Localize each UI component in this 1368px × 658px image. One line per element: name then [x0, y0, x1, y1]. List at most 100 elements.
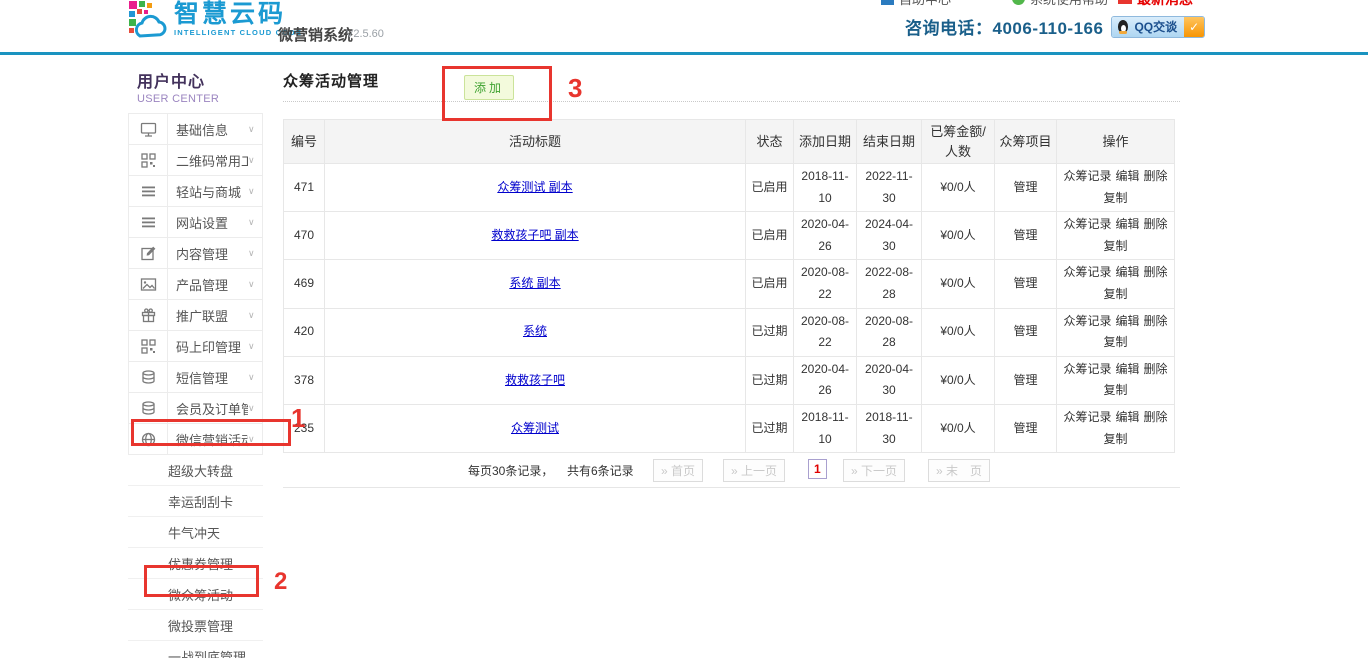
manage-link[interactable]: 管理 [1013, 373, 1037, 387]
sidebar-subitem-scratch-card[interactable]: 幸运刮刮卡 [128, 486, 263, 517]
add-button[interactable]: 添加 [464, 75, 514, 100]
edit-link[interactable]: 编辑 [1115, 410, 1139, 424]
sidebar-item-wechat-marketing[interactable]: 微信营销活动管 ∨ [128, 424, 263, 455]
cell-id: 420 [284, 308, 325, 356]
dotted-divider [283, 101, 1180, 102]
sidebar-item-label: 网站设置 [168, 207, 248, 237]
sidebar-item-member-order-mgmt[interactable]: 会员及订单管理 ∨ [128, 393, 263, 424]
col-header-id: 编号 [284, 120, 325, 164]
globe-icon [129, 424, 168, 454]
copy-link[interactable]: 复制 [1103, 335, 1127, 349]
phone-number: 咨询电话：4006-110-166 [905, 14, 1103, 39]
sidebar-subitem-micro-voting[interactable]: 微投票管理 [128, 610, 263, 641]
cell-end-date: 2020-08-28 [857, 308, 922, 356]
pagination: 每页30条记录， 共有6条记录 » 首页 » 上一页 1 » 下一页 » 末 页 [283, 453, 1180, 488]
delete-link[interactable]: 删除 [1144, 362, 1168, 376]
sidebar-item-print-mgmt[interactable]: 码上印管理 ∨ [128, 331, 263, 362]
records-link[interactable]: 众筹记录 [1063, 217, 1111, 231]
current-page-button[interactable]: 1 [808, 459, 827, 479]
sidebar-item-basic-info[interactable]: 基础信息 ∨ [128, 114, 263, 145]
qq-penguin-icon [1116, 20, 1130, 34]
sidebar-item-sms-mgmt[interactable]: 短信管理 ∨ [128, 362, 263, 393]
manage-link[interactable]: 管理 [1013, 228, 1037, 242]
delete-link[interactable]: 删除 [1144, 169, 1168, 183]
cell-status: 已启用 [746, 260, 794, 308]
cell-end-date: 2020-04-30 [857, 356, 922, 404]
qq-chat-button[interactable]: QQ交谈 ✓ [1111, 16, 1205, 38]
sidebar-item-content-mgmt[interactable]: 内容管理 ∨ [128, 238, 263, 269]
col-header-project: 众筹项目 [995, 120, 1057, 164]
sidebar-item-qr-tools[interactable]: 二维码常用工具 ∨ [128, 145, 263, 176]
copy-link[interactable]: 复制 [1103, 383, 1127, 397]
sidebar-subitem-big-wheel[interactable]: 超级大转盘 [128, 455, 263, 486]
copy-link[interactable]: 复制 [1103, 239, 1127, 253]
delete-link[interactable]: 删除 [1144, 265, 1168, 279]
activity-title-link[interactable]: 系统 副本 [509, 276, 560, 290]
cell-added-date: 2020-08-22 [794, 308, 857, 356]
database-icon [129, 362, 168, 392]
contact-area: 咨询电话：4006-110-166 QQ交谈 ✓ [905, 14, 1205, 39]
edit-link[interactable]: 编辑 [1115, 314, 1139, 328]
manage-link[interactable]: 管理 [1013, 421, 1037, 435]
subitem-label: 微投票管理 [168, 616, 233, 635]
records-link[interactable]: 众筹记录 [1063, 265, 1111, 279]
sidebar-item-lite-site-mall[interactable]: 轻站与商城 ∨ [128, 176, 263, 207]
col-header-end: 结束日期 [857, 120, 922, 164]
sidebar-title: 用户中心 [137, 68, 254, 92]
first-page-button[interactable]: » 首页 [653, 459, 703, 482]
sidebar-item-label: 内容管理 [168, 238, 248, 268]
cell-id: 235 [284, 404, 325, 452]
sidebar-subitem-quiz-mgmt[interactable]: 一战到底管理 [128, 641, 263, 658]
col-header-title: 活动标题 [325, 120, 746, 164]
subitem-label: 优惠券管理 [168, 554, 233, 573]
last-page-button[interactable]: » 末 页 [928, 459, 990, 482]
cell-status: 已启用 [746, 164, 794, 212]
activity-title-link[interactable]: 众筹测试 [511, 421, 559, 435]
copy-link[interactable]: 复制 [1103, 432, 1127, 446]
chevron-down-icon: ∨ [248, 362, 262, 392]
sidebar-subitem-coupon-mgmt[interactable]: 优惠券管理 [128, 548, 263, 579]
cell-amount: ¥0/0人 [922, 260, 995, 308]
sidebar-item-label: 码上印管理 [168, 331, 248, 361]
chevron-down-icon: ∨ [248, 331, 262, 361]
manage-link[interactable]: 管理 [1013, 324, 1037, 338]
next-page-button[interactable]: » 下一页 [843, 459, 905, 482]
chevron-down-icon: ∨ [248, 207, 262, 237]
prev-page-button[interactable]: » 上一页 [723, 459, 785, 482]
records-link[interactable]: 众筹记录 [1063, 410, 1111, 424]
chevron-down-icon: ∨ [248, 269, 262, 299]
records-link[interactable]: 众筹记录 [1063, 362, 1111, 376]
edit-icon [129, 238, 168, 268]
sidebar-subitem-bullish[interactable]: 牛气冲天 [128, 517, 263, 548]
table-row: 420 系统 已过期 2020-08-22 2020-08-28 ¥0/0人 管… [284, 308, 1175, 356]
records-link[interactable]: 众筹记录 [1063, 169, 1111, 183]
sidebar-item-site-settings[interactable]: 网站设置 ∨ [128, 207, 263, 238]
edit-link[interactable]: 编辑 [1115, 169, 1139, 183]
copy-link[interactable]: 复制 [1103, 287, 1127, 301]
activity-title-link[interactable]: 救救孩子吧 [505, 373, 565, 387]
copy-link[interactable]: 复制 [1103, 191, 1127, 205]
qq-chat-label: QQ交谈 [1134, 18, 1177, 35]
annotation-number-2: 2 [274, 568, 287, 596]
sidebar-item-product-mgmt[interactable]: 产品管理 ∨ [128, 269, 263, 300]
edit-link[interactable]: 编辑 [1115, 362, 1139, 376]
delete-link[interactable]: 删除 [1144, 410, 1168, 424]
page: 自助中心 系统使用帮助 最新消息 [0, 0, 1368, 658]
sidebar-subitem-micro-crowdfunding[interactable]: 微众筹活动 [128, 579, 263, 610]
subitem-label: 幸运刮刮卡 [168, 492, 233, 511]
activity-title-link[interactable]: 众筹测试 副本 [497, 180, 572, 194]
delete-link[interactable]: 删除 [1144, 217, 1168, 231]
delete-link[interactable]: 删除 [1144, 314, 1168, 328]
edit-link[interactable]: 编辑 [1115, 217, 1139, 231]
activity-title-link[interactable]: 救救孩子吧 副本 [491, 228, 578, 242]
manage-link[interactable]: 管理 [1013, 276, 1037, 290]
manage-link[interactable]: 管理 [1013, 180, 1037, 194]
image-icon [129, 269, 168, 299]
edit-link[interactable]: 编辑 [1115, 265, 1139, 279]
sidebar-subtitle: USER CENTER [137, 93, 254, 105]
activity-title-link[interactable]: 系统 [523, 324, 547, 338]
cell-end-date: 2022-08-28 [857, 260, 922, 308]
subitem-label: 微众筹活动 [168, 585, 233, 604]
records-link[interactable]: 众筹记录 [1063, 314, 1111, 328]
sidebar-item-affiliate[interactable]: 推广联盟 ∨ [128, 300, 263, 331]
